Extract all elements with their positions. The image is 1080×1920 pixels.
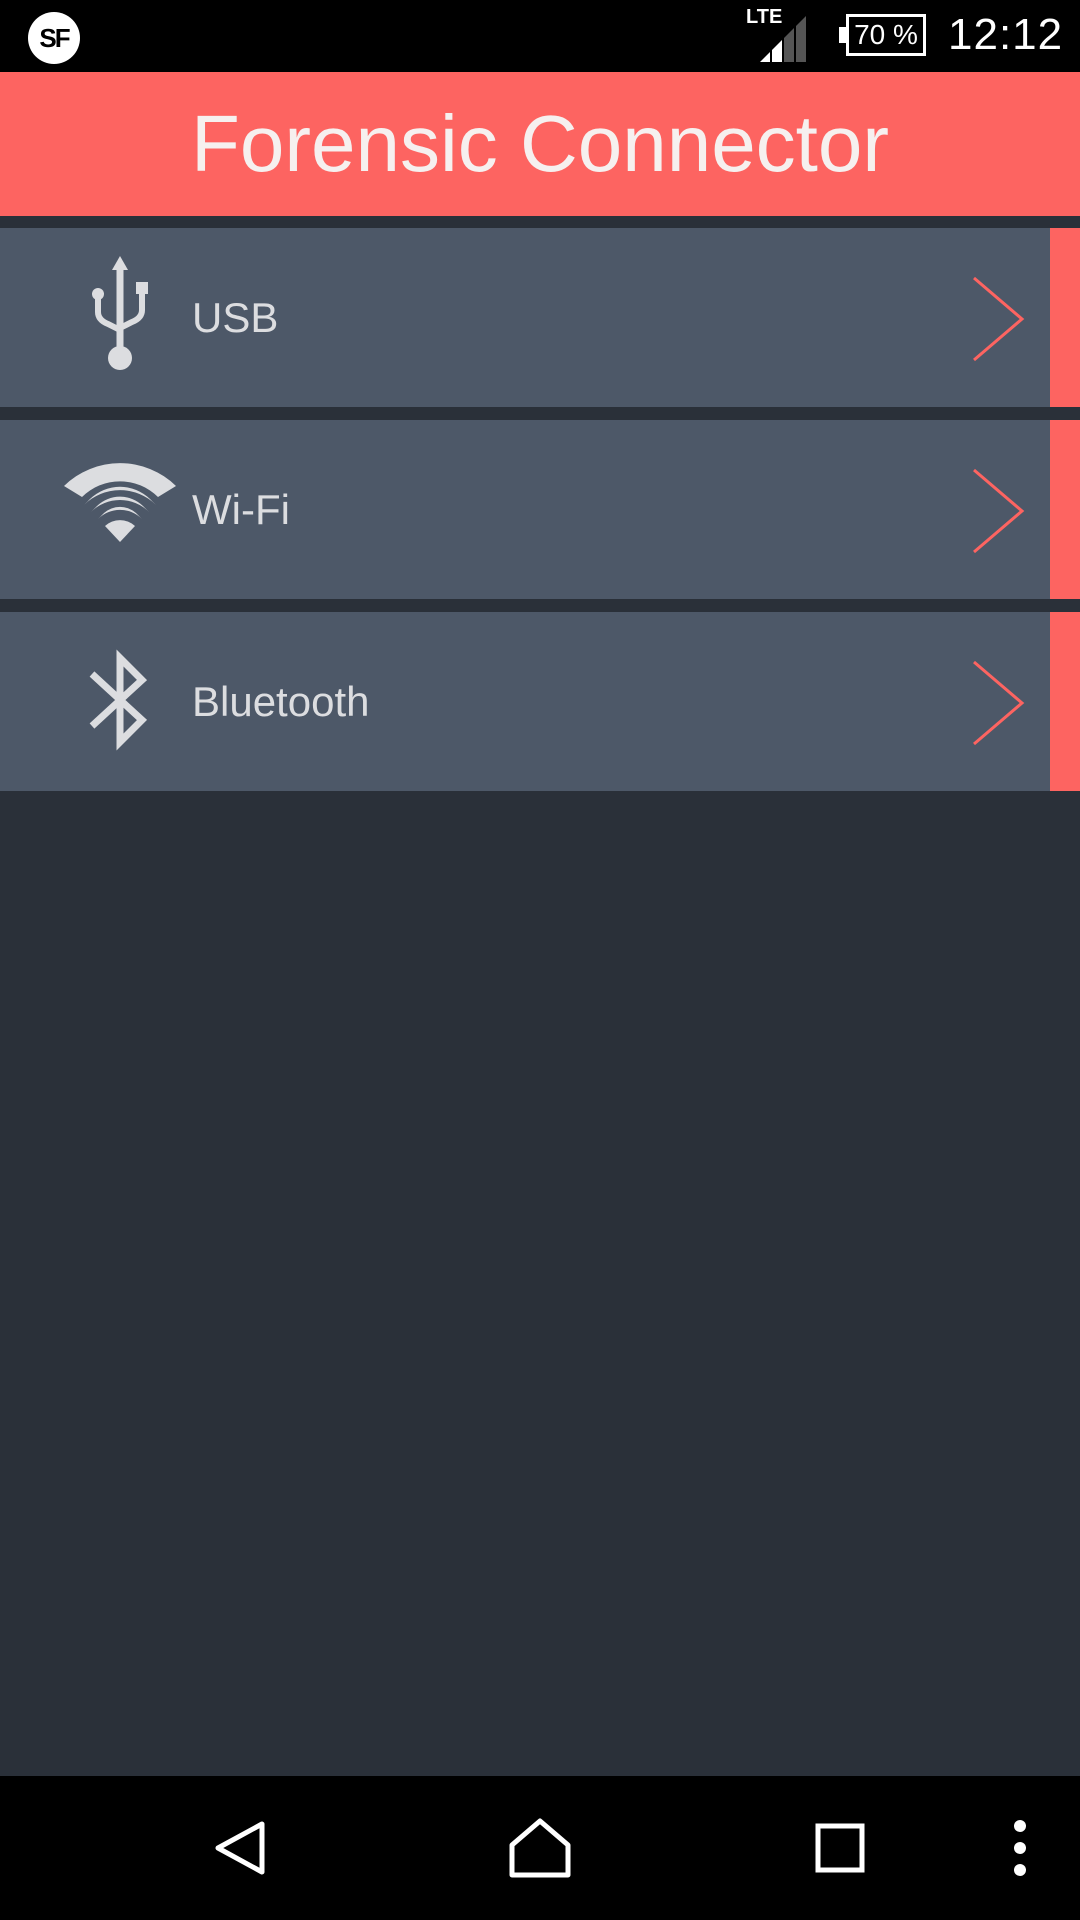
app-notification-icon: SF — [28, 12, 80, 64]
list-item-label: USB — [192, 294, 279, 341]
status-bar: SF LTE 70 % 12:12 — [0, 0, 1080, 72]
recents-button[interactable] — [780, 1776, 900, 1920]
page-title: Forensic Connector — [190, 99, 890, 188]
clock: 12:12 — [948, 10, 1064, 59]
list-item-label: Bluetooth — [192, 678, 370, 725]
chevron-right-icon — [973, 468, 1025, 554]
connection-list: USB Wi-Fi Bluetooth — [0, 228, 1080, 804]
list-item-label: Wi-Fi — [192, 486, 290, 533]
chevron-right-icon — [973, 660, 1025, 746]
list-item-bluetooth[interactable]: Bluetooth — [0, 612, 1080, 791]
battery-level: 70 % — [854, 19, 918, 50]
accent-bar — [1050, 420, 1080, 599]
usb-icon — [92, 256, 148, 370]
recents-icon — [815, 1823, 865, 1873]
back-button[interactable] — [180, 1776, 300, 1920]
list-item-wifi[interactable]: Wi-Fi — [0, 420, 1080, 599]
navigation-bar — [0, 1776, 1080, 1920]
home-icon — [509, 1818, 571, 1878]
overflow-menu-icon — [1014, 1820, 1026, 1876]
wifi-icon — [64, 463, 176, 542]
back-icon — [215, 1821, 265, 1875]
chevron-right-icon — [973, 276, 1025, 362]
signal-strength-icon — [760, 16, 806, 62]
home-button[interactable] — [480, 1776, 600, 1920]
accent-bar — [1050, 228, 1080, 407]
bluetooth-icon — [89, 649, 148, 751]
overflow-menu-button[interactable] — [960, 1776, 1080, 1920]
accent-bar — [1050, 612, 1080, 791]
app-bar: Forensic Connector — [0, 72, 1080, 216]
list-item-usb[interactable]: USB — [0, 228, 1080, 407]
battery-icon: 70 % — [839, 14, 926, 56]
